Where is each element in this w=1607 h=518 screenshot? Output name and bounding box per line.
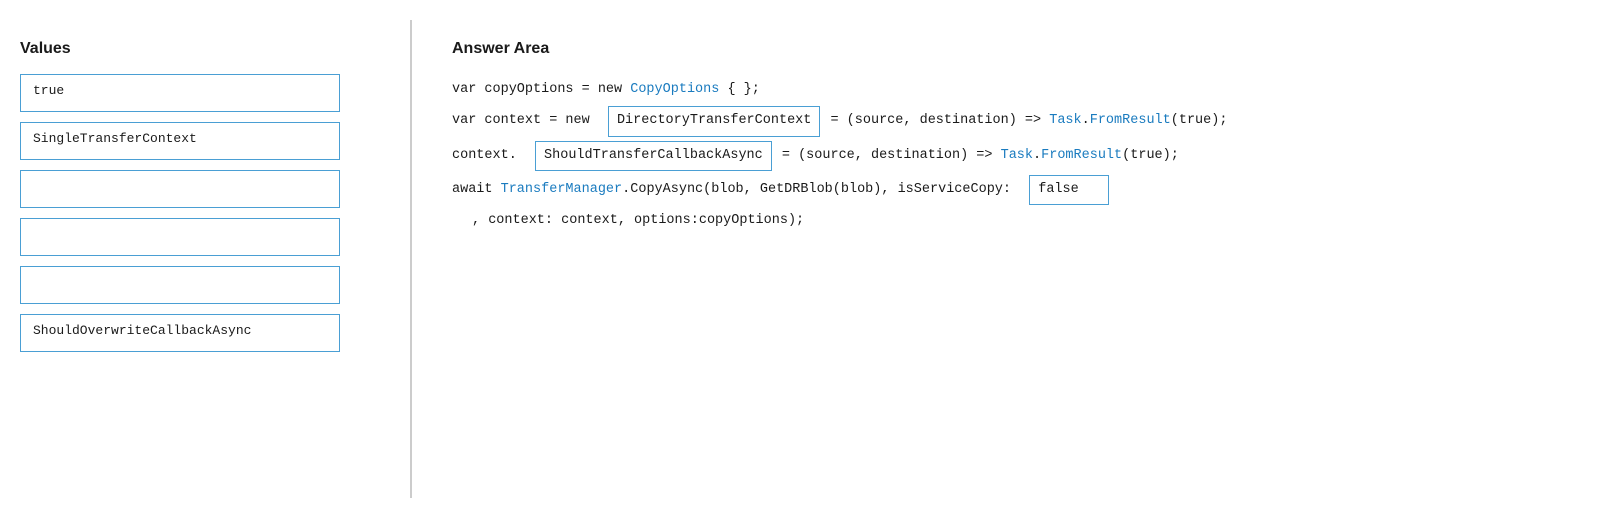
code-area: var copyOptions = new CopyOptions { }; v… — [452, 78, 1577, 233]
code-line-4-await: await — [452, 178, 501, 202]
value-item-empty3[interactable] — [20, 266, 340, 304]
value-item-empty1[interactable] — [20, 170, 340, 208]
code-line-2-fromresult: FromResult — [1090, 109, 1171, 133]
value-item-should-overwrite[interactable]: ShouldOverwriteCallbackAsync — [20, 314, 340, 352]
answer-panel: Answer Area var copyOptions = new CopyOp… — [422, 20, 1607, 498]
code-line-2-dot: . — [1082, 109, 1090, 133]
dropbox-should-transfer-callback-async[interactable]: ShouldTransferCallbackAsync — [535, 141, 772, 171]
code-line-3-fromresult: FromResult — [1041, 144, 1122, 168]
code-line-3-mid: = (source, destination) => — [774, 144, 1001, 168]
code-line-3-task: Task — [1001, 144, 1033, 168]
value-text-single: SingleTransferContext — [33, 131, 197, 146]
code-line-2-task: Task — [1049, 109, 1081, 133]
value-item-empty2[interactable] — [20, 218, 340, 256]
code-line-3-prefix: context. — [452, 144, 533, 168]
code-line-2-mid: = (source, destination) => — [822, 109, 1049, 133]
code-line-3: context. ShouldTransferCallbackAsync = (… — [452, 141, 1577, 171]
code-line-2: var context = new DirectoryTransferConte… — [452, 106, 1577, 136]
code-line-5-text: , context: context, options:copyOptions)… — [472, 209, 804, 233]
dropbox-false[interactable]: false — [1029, 175, 1109, 205]
code-line-1: var copyOptions = new CopyOptions { }; — [452, 78, 1577, 102]
dropbox-directory-transfer-context[interactable]: DirectoryTransferContext — [608, 106, 820, 136]
code-line-3-dot: . — [1033, 144, 1041, 168]
code-line-4-copy-async: .CopyAsync(blob, GetDRBlob(blob), isServ… — [622, 178, 1027, 202]
code-line-4-transfer-manager: TransferManager — [501, 178, 623, 202]
code-line-1-text: var copyOptions = new CopyOptions { }; — [452, 78, 760, 102]
values-panel: Values true SingleTransferContext Should… — [0, 20, 400, 498]
values-title: Values — [20, 40, 380, 58]
value-item-single[interactable]: SingleTransferContext — [20, 122, 340, 160]
value-text-should-overwrite: ShouldOverwriteCallbackAsync — [33, 323, 251, 338]
code-line-5: , context: context, options:copyOptions)… — [452, 209, 1577, 233]
code-line-2-prefix: var context = new — [452, 109, 606, 133]
answer-title: Answer Area — [452, 40, 1577, 58]
code-line-2-suffix: (true); — [1171, 109, 1228, 133]
panel-divider — [410, 20, 412, 498]
value-text-true: true — [33, 83, 64, 98]
code-line-3-suffix: (true); — [1122, 144, 1179, 168]
value-item-true[interactable]: true — [20, 74, 340, 112]
code-line-4: await TransferManager .CopyAsync(blob, G… — [452, 175, 1577, 205]
